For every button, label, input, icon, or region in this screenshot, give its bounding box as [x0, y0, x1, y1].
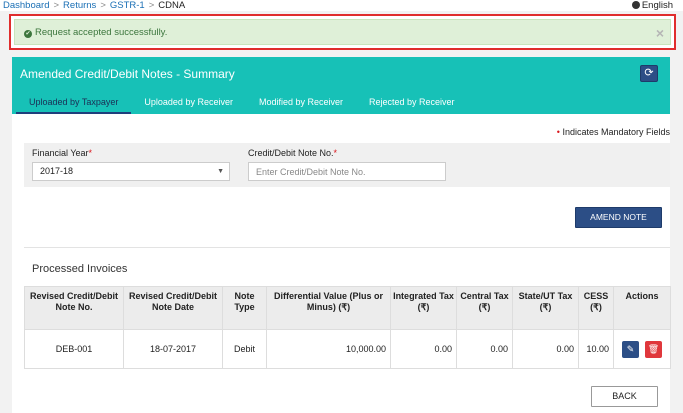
note-no-input[interactable]	[248, 162, 446, 181]
breadcrumb-current: CDNA	[158, 0, 186, 11]
close-icon[interactable]: ×	[656, 20, 664, 46]
alert-message: Request accepted successfully.	[35, 27, 168, 38]
amend-note-button[interactable]: AMEND NOTE	[575, 207, 662, 228]
col-header-cess: CESS (₹)	[578, 286, 614, 330]
col-header-state-tax: State/UT Tax (₹)	[512, 286, 579, 330]
mandatory-fields-note: • Indicates Mandatory Fields	[557, 127, 670, 137]
mandatory-star: •	[556, 127, 560, 137]
delete-button[interactable]: 🗑	[645, 340, 662, 358]
note-no-link[interactable]: DEB-001	[24, 329, 124, 369]
summary-panel: Amended Credit/Debit Notes - Summary ⟳ U…	[12, 57, 671, 413]
divider	[24, 247, 670, 248]
financial-year-select[interactable]: 2017-18 ▼	[32, 162, 230, 181]
page-title: Amended Credit/Debit Notes - Summary	[20, 67, 235, 81]
language-label: English	[641, 0, 673, 11]
breadcrumb: Dashboard > Returns > GSTR-1 > CDNA	[0, 0, 683, 11]
state-tax-cell: 0.00	[512, 329, 579, 369]
diff-value-cell: 10,000.00	[266, 329, 391, 369]
chevron-down-icon: ▼	[217, 168, 224, 175]
breadcrumb-separator: >	[53, 0, 60, 11]
breadcrumb-separator: >	[100, 0, 106, 11]
note-date-cell: 18-07-2017	[123, 329, 223, 369]
breadcrumb-gstr1[interactable]: GSTR-1	[110, 0, 145, 11]
mandatory-note-text: Indicates Mandatory Fields	[562, 127, 670, 137]
edit-button[interactable]: ✎	[622, 340, 639, 358]
success-alert: ✔ Request accepted successfully. ×	[14, 19, 671, 45]
panel-header: Amended Credit/Debit Notes - Summary ⟳ U…	[12, 57, 670, 114]
tab-uploaded-by-receiver[interactable]: Uploaded by Receiver	[131, 92, 246, 114]
col-header-note-no: Revised Credit/Debit Note No.	[24, 286, 124, 330]
processed-invoices-title: Processed Invoices	[32, 263, 128, 275]
breadcrumb-separator: >	[148, 0, 155, 11]
tab-uploaded-by-taxpayer[interactable]: Uploaded by Taxpayer	[16, 92, 132, 114]
col-header-note-type: Note Type	[222, 286, 267, 330]
financial-year-value: 2017-18	[40, 166, 74, 176]
breadcrumb-dashboard[interactable]: Dashboard	[3, 0, 49, 11]
financial-year-label-text: Financial Year	[32, 148, 89, 158]
integrated-tax-cell: 0.00	[390, 329, 457, 369]
language-selector[interactable]: English	[631, 0, 673, 11]
trash-icon: 🗑	[647, 343, 660, 354]
tab-bar: Uploaded by Taxpayer Uploaded by Receive…	[16, 92, 468, 114]
refresh-icon: ⟳	[644, 67, 654, 79]
col-header-diff-value: Differential Value (Plus or Minus) (₹)	[266, 286, 391, 330]
check-circle-icon: ✔	[24, 30, 32, 38]
col-header-integrated-tax: Integrated Tax (₹)	[390, 286, 457, 330]
back-button[interactable]: BACK	[591, 386, 658, 407]
table-row: DEB-001 18-07-2017 Debit 10,000.00 0.00 …	[24, 329, 671, 369]
col-header-central-tax: Central Tax (₹)	[456, 286, 513, 330]
alert-highlight-frame: ✔ Request accepted successfully. ×	[9, 14, 676, 50]
col-header-note-date: Revised Credit/Debit Note Date	[123, 286, 223, 330]
col-header-actions: Actions	[613, 286, 671, 330]
required-star: *	[333, 148, 338, 158]
pencil-icon: ✎	[626, 343, 635, 354]
central-tax-cell: 0.00	[456, 329, 513, 369]
filter-section: Financial Year* 2017-18 ▼ Credit/Debit N…	[24, 143, 670, 187]
refresh-button[interactable]: ⟳	[640, 65, 658, 82]
note-type-cell: Debit	[222, 329, 267, 369]
cess-cell: 10.00	[578, 329, 614, 369]
breadcrumb-returns[interactable]: Returns	[63, 0, 96, 11]
note-no-label-text: Credit/Debit Note No.	[248, 148, 334, 158]
tab-modified-by-receiver[interactable]: Modified by Receiver	[246, 92, 356, 114]
note-no-label: Credit/Debit Note No.*	[248, 148, 337, 158]
financial-year-label: Financial Year*	[32, 148, 92, 158]
tab-rejected-by-receiver[interactable]: Rejected by Receiver	[356, 92, 468, 114]
globe-icon	[631, 1, 640, 9]
required-star: *	[88, 148, 93, 158]
actions-cell: ✎ 🗑	[613, 329, 671, 369]
table-header-row: Revised Credit/Debit Note No. Revised Cr…	[24, 286, 671, 330]
processed-invoices-table: Revised Credit/Debit Note No. Revised Cr…	[24, 286, 671, 369]
